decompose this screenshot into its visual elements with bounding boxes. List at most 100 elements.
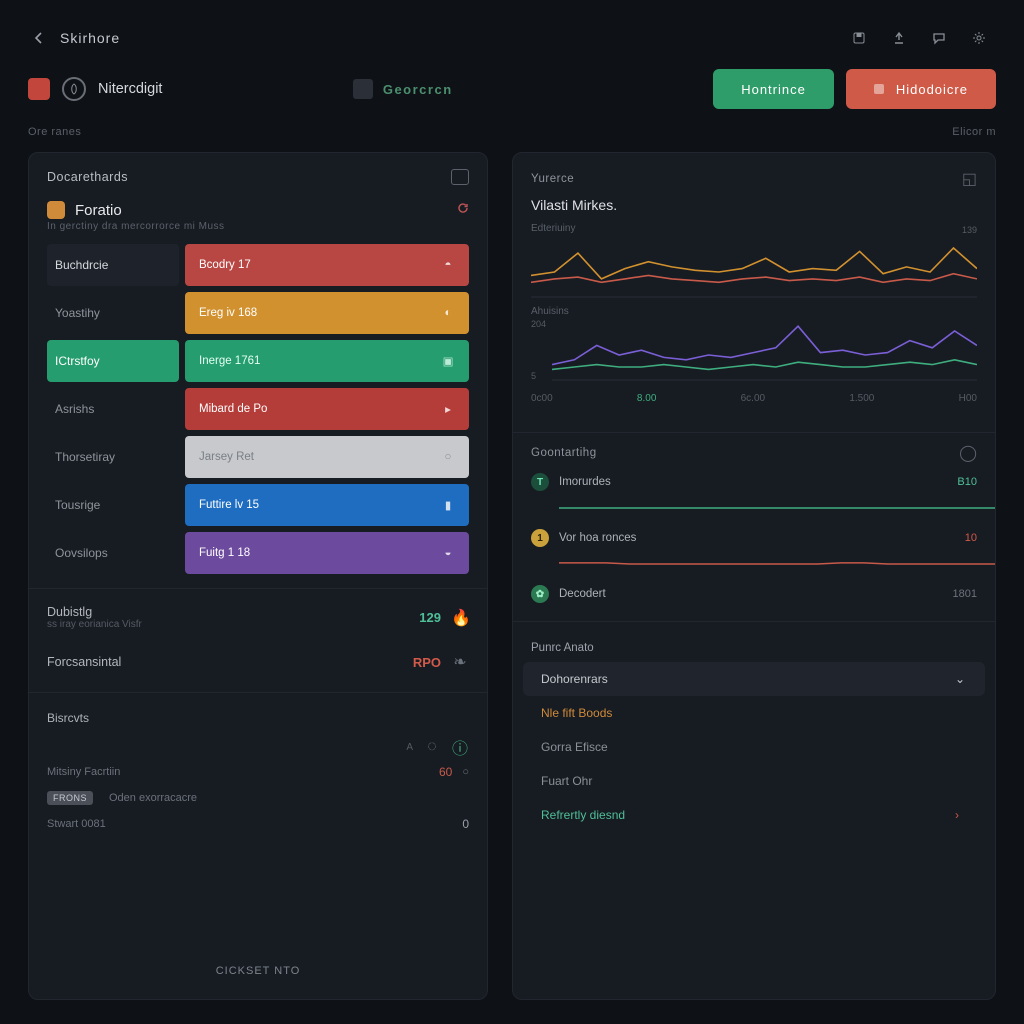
breadcrumb-right: Elicor m <box>952 126 996 138</box>
metric-label: Imorurdes <box>559 476 611 488</box>
chart-2-ytick: 204 <box>531 319 546 329</box>
recent-list: Punrc Anato Dohorenrars ⌄ Nle fift Boods… <box>513 632 995 836</box>
search-icon <box>353 79 373 99</box>
left-panel-title: Docarethards <box>47 170 128 184</box>
metric-label: Vor hoa ronces <box>559 532 636 544</box>
stat-row: Forcsansintal RPO ❧ <box>29 646 487 678</box>
category-label[interactable]: Asrishs <box>47 388 179 430</box>
breakdown-label: Mitsiny Facrtiin <box>47 766 120 778</box>
export-icon[interactable] <box>882 25 916 51</box>
chat-icon[interactable] <box>922 25 956 51</box>
chart-2-ytick: 5 <box>531 371 546 381</box>
metric-row[interactable]: 1 Vor hoa ronces 10 <box>513 525 995 551</box>
breakdown-row[interactable]: FRONS Oden exorracacre <box>29 785 487 811</box>
category-bar[interactable]: Bcodry 17◓ <box>185 244 469 286</box>
expand-icon[interactable]: ◱ <box>962 169 977 189</box>
metric-value: 10 <box>965 532 977 544</box>
list-item[interactable]: Fuart Ohr <box>523 764 985 798</box>
category-label[interactable]: Buchdrcie <box>47 244 179 286</box>
recent-title: Punrc Anato <box>513 636 995 662</box>
chart-2: Ahuisins 204 5 <box>513 306 995 389</box>
shield-icon: ◒ <box>441 547 455 559</box>
list-item[interactable]: Dohorenrars ⌄ <box>523 662 985 696</box>
search-trigger[interactable]: Georcrcn <box>353 79 523 99</box>
danger-action-button[interactable]: Hidodoicre <box>846 69 996 109</box>
category-label[interactable]: Tousrige <box>47 484 179 526</box>
breakdown-label: Oden exorracacre <box>109 792 197 804</box>
left-panel: Docarethards Foratio In gerctiny dra mer… <box>28 152 488 1000</box>
stat-row: Dubistlg ss iray eorianica Visfr 129 🔥 <box>29 599 487 636</box>
chart-1-right-value: 139 <box>962 225 977 235</box>
app-badge-icon <box>28 78 50 100</box>
primary-action-button[interactable]: Hontrince <box>713 69 834 109</box>
breakdown-label: Stwart 0081 <box>47 818 106 830</box>
breakdown-row[interactable]: Mitsiny Facrtiin 60 ○ <box>29 759 487 785</box>
bar-icon: ◓ <box>441 259 455 271</box>
category-label[interactable]: ICtrstfoy <box>47 340 179 382</box>
list-item[interactable]: Gorra Efisce <box>523 730 985 764</box>
play-icon: ▸ <box>441 402 455 416</box>
breakdown-row[interactable]: Stwart 0081 0 <box>29 811 487 837</box>
category-label[interactable]: Thorsetiray <box>47 436 179 478</box>
category-bar[interactable]: Jarsey Ret○ <box>185 436 469 478</box>
section-subtitle: In gerctiny dra mercorrorce mi Muss <box>29 221 487 244</box>
panel-toggle-icon[interactable] <box>451 169 469 185</box>
workspace-logo-icon <box>62 77 86 101</box>
right-panel: Yurerce ◱ Vilasti Mirkes. Edteriuiny 139 <box>512 152 996 1000</box>
chart-1-label: Edteriuiny <box>531 223 575 234</box>
settings-icon[interactable] <box>962 25 996 51</box>
right-panel-title: Vilasti Mirkes. <box>513 195 995 223</box>
search-label: Georcrcn <box>383 82 453 97</box>
list-item[interactable]: Nle fift Boods <box>523 696 985 730</box>
stat-label: Dubistlg <box>47 605 142 619</box>
list-item[interactable]: Refrertly diesnd › <box>523 798 985 832</box>
more-icon[interactable]: ◯ <box>959 443 977 463</box>
breadcrumb-left: Ore ranes <box>28 126 81 138</box>
category-bar[interactable]: Mibard de Po▸ <box>185 388 469 430</box>
compare-title: Goontartihg <box>531 447 597 459</box>
primary-action-label: Hontrince <box>741 82 806 97</box>
category-label[interactable]: Yoastihy <box>47 292 179 334</box>
breakdown-badge: FRONS <box>47 791 93 805</box>
lock-icon: ▣ <box>441 354 455 368</box>
danger-action-icon <box>874 84 884 94</box>
metric-spark <box>559 497 996 521</box>
save-icon[interactable] <box>842 25 876 51</box>
app-root: Skirhore Nitercdigit Georcrcn Hontrince … <box>0 0 1024 1024</box>
metric-row[interactable]: ✿ Decodert 1801 <box>513 581 995 607</box>
breakdown-value: 60 <box>439 765 452 779</box>
bar-icon: ▮ <box>441 498 455 512</box>
category-label[interactable]: Oovsilops <box>47 532 179 574</box>
dot-icon: ◌ <box>423 738 441 756</box>
metric-spark <box>559 553 996 577</box>
right-panel-overline: Yurerce <box>531 173 574 185</box>
left-panel-footer[interactable]: CICKSET NTO <box>29 951 487 983</box>
chart-2-svg <box>552 319 977 381</box>
back-button[interactable] <box>28 27 50 49</box>
workspace-bar: Nitercdigit Georcrcn Hontrince Hidodoicr… <box>28 66 996 112</box>
circle-icon: ○ <box>441 451 455 463</box>
category-bar[interactable]: Futtire lv 15▮ <box>185 484 469 526</box>
refresh-icon[interactable] <box>457 201 469 219</box>
chart-1: Edteriuiny 139 <box>513 223 995 306</box>
bar-icon: ◐ <box>441 307 455 319</box>
metric-dot-icon: ✿ <box>531 585 549 603</box>
chevron-down-icon: ⌄ <box>955 672 967 686</box>
category-bar[interactable]: Ereg iv 168◐ <box>185 292 469 334</box>
category-bar[interactable]: Inerge 1761▣ <box>185 340 469 382</box>
category-bar[interactable]: Fuitg 1 18◒ <box>185 532 469 574</box>
info-icon[interactable]: ⓘ <box>451 735 469 759</box>
stat-value: 129 <box>419 610 441 625</box>
flame-icon: 🔥 <box>451 608 469 628</box>
breakdown-title: Bisrcvts <box>29 703 487 735</box>
chart-2-label: Ahuisins <box>531 306 569 317</box>
metric-row[interactable]: T Imorurdes B10 <box>513 469 995 495</box>
section-badge-icon <box>47 201 65 219</box>
danger-action-label: Hidodoicre <box>896 82 968 97</box>
stat-label: Forcsansintal <box>47 655 121 669</box>
section-title: Foratio <box>75 202 122 219</box>
page-title: Skirhore <box>60 30 120 46</box>
workspace-name[interactable]: Nitercdigit <box>98 81 162 97</box>
metric-value: 1801 <box>953 588 977 600</box>
chevron-right-icon: › <box>955 808 967 822</box>
